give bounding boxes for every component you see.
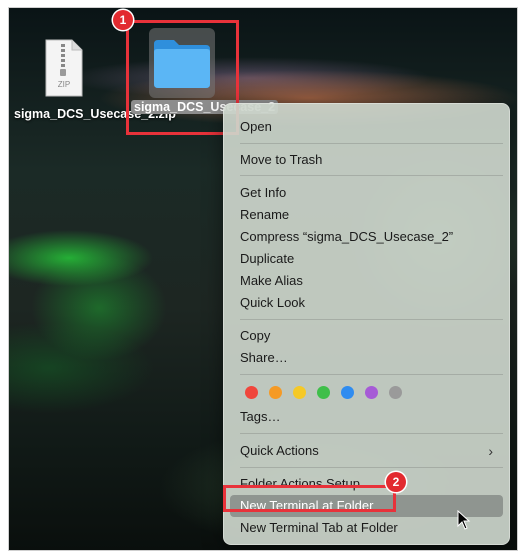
zip-file-label[interactable]: sigma_DCS_Usecase_2.zip bbox=[14, 106, 176, 122]
menu-item-copy[interactable]: Copy bbox=[230, 325, 503, 347]
tag-blue-dot[interactable] bbox=[341, 386, 354, 399]
tag-gray-dot[interactable] bbox=[389, 386, 402, 399]
context-menu: Open Move to Trash Get Info Rename Compr… bbox=[223, 103, 510, 545]
tag-green-dot[interactable] bbox=[317, 386, 330, 399]
tag-purple-dot[interactable] bbox=[365, 386, 378, 399]
quick-actions-label: Quick Actions bbox=[240, 443, 319, 458]
tag-yellow-dot[interactable] bbox=[293, 386, 306, 399]
zip-badge-text: ZIP bbox=[57, 80, 71, 89]
annotation-badge-2: 2 bbox=[386, 472, 406, 492]
menu-separator bbox=[240, 433, 503, 434]
menu-item-move-to-trash[interactable]: Move to Trash bbox=[230, 149, 503, 171]
menu-item-open[interactable]: Open bbox=[230, 116, 503, 138]
menu-item-make-alias[interactable]: Make Alias bbox=[230, 270, 503, 292]
zip-file-icon[interactable]: ZIP bbox=[44, 38, 84, 98]
mouse-cursor-icon bbox=[457, 510, 471, 530]
menu-item-rename[interactable]: Rename bbox=[230, 204, 503, 226]
menu-item-quick-look[interactable]: Quick Look bbox=[230, 292, 503, 314]
menu-item-tags[interactable]: Tags… bbox=[230, 406, 503, 428]
menu-item-get-info[interactable]: Get Info bbox=[230, 182, 503, 204]
menu-item-duplicate[interactable]: Duplicate bbox=[230, 248, 503, 270]
tag-orange-dot[interactable] bbox=[269, 386, 282, 399]
annotation-box-2 bbox=[223, 485, 396, 512]
menu-separator bbox=[240, 467, 503, 468]
menu-item-quick-actions[interactable]: Quick Actions › bbox=[230, 440, 503, 462]
annotation-badge-1: 1 bbox=[113, 10, 133, 30]
menu-separator bbox=[240, 319, 503, 320]
menu-separator bbox=[240, 374, 503, 375]
menu-separator bbox=[240, 175, 503, 176]
desktop: ZIP sigma_DCS_Usecase_2.zip sigma_DCS_Us… bbox=[8, 7, 518, 551]
menu-item-share[interactable]: Share… bbox=[230, 347, 503, 369]
chevron-right-icon: › bbox=[488, 443, 493, 459]
menu-separator bbox=[240, 143, 503, 144]
menu-item-compress[interactable]: Compress “sigma_DCS_Usecase_2” bbox=[230, 226, 503, 248]
tag-red-dot[interactable] bbox=[245, 386, 258, 399]
